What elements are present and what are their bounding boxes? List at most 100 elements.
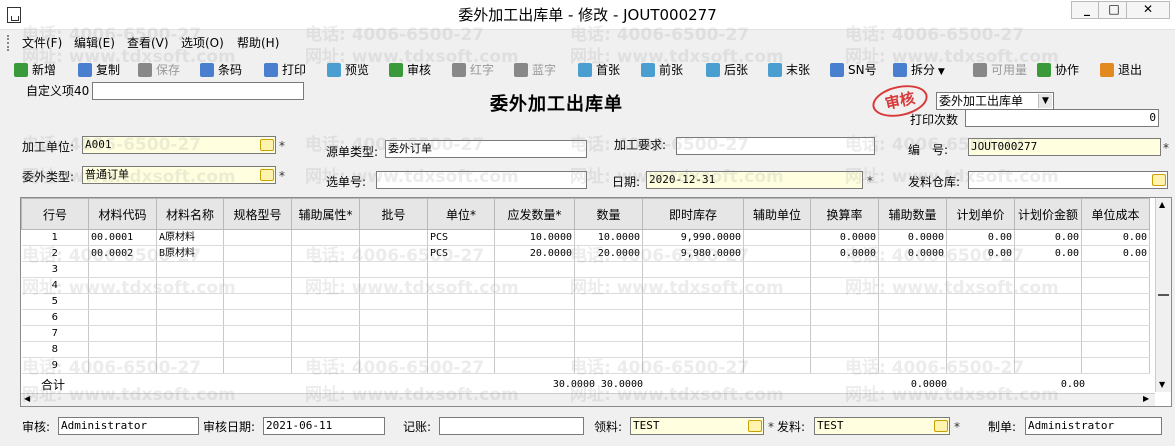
vertical-scrollbar[interactable]: ▲ ▼ [1155,198,1171,392]
grid-cell[interactable] [223,309,292,326]
grid-cell[interactable]: B原材料 [156,245,224,262]
column-header[interactable]: 计划价金额 [1014,198,1082,230]
grid-cell[interactable] [810,341,879,358]
grid-cell[interactable] [223,341,292,358]
grid-cell[interactable] [291,229,360,246]
grid-cell[interactable] [878,261,947,278]
grid-cell[interactable]: 0.0000 [878,245,947,262]
grid-cell[interactable] [359,293,428,310]
grid-cell[interactable] [223,229,292,246]
grid-cell[interactable]: 20.0000 [494,245,575,262]
grid-cell[interactable]: PCS [427,245,495,262]
material-grid[interactable]: 行号 材料代码 材料名称 规格型号 辅助属性* 批号 单位* 应发数量* 数量 即时库存 辅助单位换… [20,197,1172,407]
grid-cell[interactable]: 0.00 [1081,245,1150,262]
grid-cell[interactable]: 20.0000 [574,245,643,262]
row-number-cell[interactable]: 7 [21,325,89,342]
grid-cell[interactable] [1081,277,1150,294]
column-header[interactable]: 辅助单位 [743,198,811,230]
grid-cell[interactable] [359,309,428,326]
chevron-down-icon[interactable]: ▼ [1038,94,1052,108]
table-row[interactable]: 1 00.0001 A原材料 PCS 10.0000 10.0000 9,990.0000 0… [21,229,1150,246]
grid-cell[interactable] [642,293,744,310]
grid-cell[interactable] [946,277,1015,294]
grid-cell[interactable] [743,341,811,358]
grid-cell[interactable]: 0.00 [1014,245,1082,262]
row-number-cell[interactable]: 6 [21,309,89,326]
column-header[interactable]: 应发数量* [494,198,575,230]
column-header[interactable]: 材料代码 [88,198,157,230]
column-header[interactable]: 即时库存 [642,198,744,230]
grid-cell[interactable] [223,293,292,310]
toolbar-red-text-button[interactable]: 红字 [452,60,494,80]
grid-cell[interactable] [878,357,947,374]
grid-cell[interactable] [359,341,428,358]
grid-cell[interactable] [88,277,157,294]
menu-options[interactable]: 选项(O) [181,35,224,51]
grid-cell[interactable] [427,261,495,278]
grid-cell[interactable] [878,341,947,358]
grid-cell[interactable] [1014,293,1082,310]
column-header[interactable]: 计划单价 [946,198,1015,230]
column-header[interactable]: 规格型号 [223,198,292,230]
custom-field-input[interactable] [92,82,304,100]
grid-cell[interactable] [743,325,811,342]
grid-cell[interactable] [743,261,811,278]
grid-cell[interactable] [574,293,643,310]
toolbar-audit-button[interactable]: 审核 [389,60,431,80]
outsource-type-field[interactable]: 普通订单 [82,166,276,184]
toolbar-last-button[interactable]: 末张 [768,60,810,80]
grid-cell[interactable]: PCS [427,229,495,246]
toolbar-prev-button[interactable]: 前张 [641,60,683,80]
grid-cell[interactable] [494,325,575,342]
scroll-right-icon[interactable]: ▶ [1143,394,1149,403]
grid-cell[interactable] [156,277,224,294]
grid-cell[interactable]: 0.0000 [878,229,947,246]
grid-cell[interactable] [1014,309,1082,326]
toolbar-blue-text-button[interactable]: 蓝字 [514,60,556,80]
grid-cell[interactable] [88,357,157,374]
column-header[interactable]: 批号 [359,198,428,230]
grid-cell[interactable] [494,341,575,358]
grid-cell[interactable] [427,277,495,294]
table-row[interactable]: 9 [21,357,1150,374]
grid-cell[interactable] [878,309,947,326]
column-header[interactable]: 单位* [427,198,495,230]
table-row[interactable]: 8 [21,341,1150,358]
grid-cell[interactable] [223,261,292,278]
grid-cell[interactable] [223,325,292,342]
issuer-field[interactable]: TEST [814,417,950,435]
toolbar-barcode-button[interactable]: 条码 [200,60,242,80]
menu-file[interactable]: 文件(F) [22,35,62,51]
column-header[interactable]: 行号 [21,198,89,230]
grid-cell[interactable] [291,293,360,310]
grid-cell[interactable] [156,293,224,310]
row-number-cell[interactable]: 1 [21,229,89,246]
grid-cell[interactable] [494,309,575,326]
menu-view[interactable]: 查看(V) [127,35,169,51]
lookup-icon[interactable] [934,420,948,432]
grid-cell[interactable] [1014,357,1082,374]
toolbar-collab-button[interactable]: 协作 [1037,60,1079,80]
grid-cell[interactable] [156,325,224,342]
grid-cell[interactable] [574,325,643,342]
grid-cell[interactable] [427,341,495,358]
toolbar-next-button[interactable]: 后张 [706,60,748,80]
grid-cell[interactable]: 00.0001 [88,229,157,246]
grid-cell[interactable]: 0.00 [1014,229,1082,246]
toolbar-preview-button[interactable]: 预览 [327,60,369,80]
grid-cell[interactable] [156,341,224,358]
column-header[interactable]: 材料名称 [156,198,224,230]
chevron-down-icon[interactable]: ▼ [935,67,945,77]
close-button[interactable]: ✕ [1126,1,1170,19]
menu-edit[interactable]: 编辑(E) [74,35,115,51]
toolbar-copy-button[interactable]: 复制 [78,60,120,80]
grid-cell[interactable] [878,325,947,342]
grid-cell[interactable] [810,309,879,326]
toolbar-exit-button[interactable]: 退出 [1100,60,1142,80]
grid-cell[interactable] [878,293,947,310]
processing-unit-field[interactable]: A001 [82,136,276,154]
grid-cell[interactable] [427,309,495,326]
doc-number-field[interactable]: JOUT000277 [968,138,1161,156]
toolbar-print-button[interactable]: 打印 [264,60,306,80]
grid-cell[interactable]: 0.0000 [810,245,879,262]
